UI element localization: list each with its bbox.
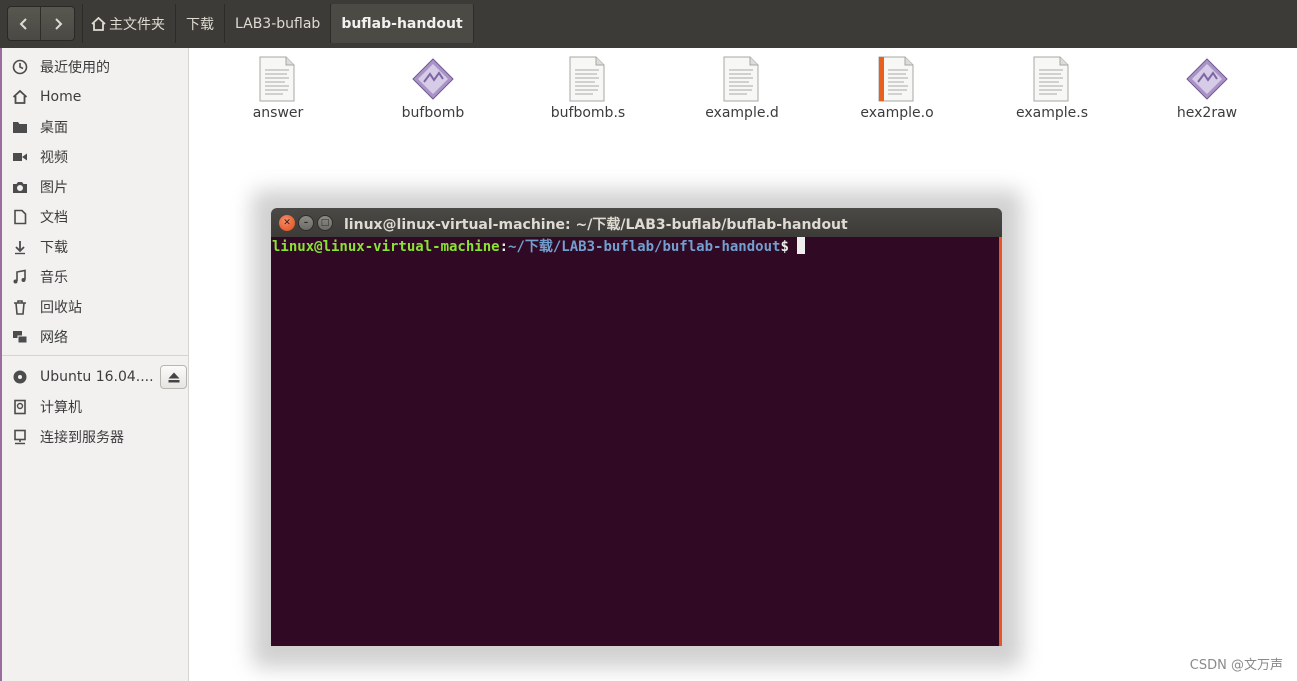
text-file-icon xyxy=(259,56,295,102)
sidebar-item-label: 网络 xyxy=(40,330,68,346)
sidebar-item-label: 连接到服务器 xyxy=(40,430,124,446)
text-cursor xyxy=(796,237,805,254)
text-file-icon xyxy=(1033,56,1069,102)
sidebar-item-connect-server[interactable]: 连接到服务器 xyxy=(2,423,189,451)
file-name: bufbomb.s xyxy=(550,105,626,121)
clock-icon xyxy=(12,59,28,75)
terminal-content[interactable]: linux@linux-virtual-machine:~/下载/LAB3-bu… xyxy=(271,237,1002,646)
breadcrumb-label: 主文件夹 xyxy=(109,16,165,33)
sidebar-item-videos[interactable]: 视频 xyxy=(2,143,189,171)
download-icon xyxy=(15,241,25,255)
sidebar-item-computer[interactable]: 计算机 xyxy=(2,393,189,421)
folder-icon xyxy=(13,122,27,133)
maximize-button[interactable]: □ xyxy=(317,215,333,231)
close-button[interactable]: ✕ xyxy=(279,215,295,231)
executable-icon xyxy=(1186,58,1228,100)
minimize-button[interactable]: – xyxy=(298,215,314,231)
history-nav xyxy=(7,6,75,41)
file-name: hex2raw xyxy=(1176,105,1238,121)
sidebar-item-label: Ubuntu 16.04.... xyxy=(40,369,154,385)
watermark: CSDN @文万声 xyxy=(1189,658,1283,673)
file-item[interactable]: hex2raw xyxy=(1147,54,1267,128)
home-icon xyxy=(12,89,28,104)
sidebar-item-home[interactable]: Home xyxy=(2,83,189,111)
file-manager-header: 主文件夹 下载 LAB3-buflab buflab-handout xyxy=(0,0,1297,48)
sidebar-item-label: 图片 xyxy=(40,180,68,196)
breadcrumb-label: buflab-handout xyxy=(341,15,463,32)
sidebar-item-downloads[interactable]: 下载 xyxy=(2,233,189,261)
eject-button[interactable] xyxy=(160,365,187,389)
object-file-icon xyxy=(878,56,914,102)
trash-icon xyxy=(14,300,26,315)
terminal-title: linux@linux-virtual-machine: ~/下载/LAB3-b… xyxy=(344,217,848,233)
forward-button[interactable] xyxy=(41,7,74,40)
prompt-user: linux@linux-virtual-machine xyxy=(272,239,500,255)
video-icon xyxy=(13,153,27,161)
document-icon xyxy=(14,209,27,225)
sidebar-item-music[interactable]: 音乐 xyxy=(2,263,189,291)
file-name: example.d xyxy=(705,105,779,121)
close-icon: ✕ xyxy=(283,218,291,228)
network-icon xyxy=(13,331,28,344)
file-name: example.o xyxy=(860,105,934,121)
file-item[interactable]: example.o xyxy=(837,54,957,128)
breadcrumb: 主文件夹 下载 LAB3-buflab buflab-handout xyxy=(82,4,474,43)
terminal-titlebar[interactable]: ✕ – □ linux@linux-virtual-machine: ~/下载/… xyxy=(271,208,1002,237)
prompt-dollar: $ xyxy=(780,239,789,255)
back-button[interactable] xyxy=(8,7,41,40)
sidebar-item-label: 计算机 xyxy=(40,400,82,416)
executable-icon xyxy=(412,58,454,100)
drive-icon xyxy=(14,399,26,415)
breadcrumb-label: LAB3-buflab xyxy=(235,15,321,32)
breadcrumb-label: 下载 xyxy=(186,16,214,33)
text-file-icon xyxy=(569,56,605,102)
breadcrumb-lab3[interactable]: LAB3-buflab xyxy=(225,4,332,43)
sidebar-item-label: 回收站 xyxy=(40,300,82,316)
prompt-path: ~/下载/LAB3-buflab/buflab-handout xyxy=(508,239,781,255)
prompt-colon: : xyxy=(499,239,509,255)
file-item[interactable]: bufbomb xyxy=(373,54,493,128)
maximize-icon: □ xyxy=(320,218,330,228)
shell-prompt: linux@linux-virtual-machine:~/下载/LAB3-bu… xyxy=(272,237,805,256)
sidebar-item-label: 文档 xyxy=(40,210,68,226)
server-icon xyxy=(14,429,26,445)
sidebar-item-trash[interactable]: 回收站 xyxy=(2,293,189,321)
music-icon xyxy=(13,269,26,284)
chevron-left-icon xyxy=(19,17,27,30)
sidebar-item-label: 桌面 xyxy=(40,120,68,136)
sidebar-item-network[interactable]: 网络 xyxy=(2,323,189,351)
file-item[interactable]: bufbomb.s xyxy=(528,54,648,128)
sidebar-item-label: Home xyxy=(40,89,82,105)
home-icon xyxy=(91,16,106,31)
file-name: bufbomb xyxy=(401,105,465,121)
sidebar-item-recent[interactable]: 最近使用的 xyxy=(2,53,189,81)
sidebar-item-ubuntu-disc[interactable]: Ubuntu 16.04.... xyxy=(2,363,157,391)
sidebar-divider xyxy=(2,355,189,356)
chevron-right-icon xyxy=(54,17,62,30)
camera-icon xyxy=(13,182,27,193)
disc-icon xyxy=(13,370,27,384)
file-item[interactable]: example.d xyxy=(682,54,802,128)
sidebar: 最近使用的 Home 桌面 视频 图片 文档 下载 音乐 回收站 网络 Ubun… xyxy=(0,48,189,681)
eject-icon xyxy=(168,372,179,382)
breadcrumb-downloads[interactable]: 下载 xyxy=(176,4,225,43)
file-item[interactable]: answer xyxy=(218,54,338,128)
minimize-icon: – xyxy=(303,218,309,228)
file-name: example.s xyxy=(1015,105,1088,121)
sidebar-item-desktop[interactable]: 桌面 xyxy=(2,113,189,141)
breadcrumb-home[interactable]: 主文件夹 xyxy=(82,4,176,43)
sidebar-item-label: 音乐 xyxy=(40,270,68,286)
sidebar-item-pictures[interactable]: 图片 xyxy=(2,173,189,201)
file-name: answer xyxy=(252,105,304,121)
sidebar-item-documents[interactable]: 文档 xyxy=(2,203,189,231)
sidebar-item-label: 最近使用的 xyxy=(40,60,110,76)
terminal-window[interactable]: ✕ – □ linux@linux-virtual-machine: ~/下载/… xyxy=(271,208,1002,646)
sidebar-item-label: 下载 xyxy=(40,240,68,256)
sidebar-item-label: 视频 xyxy=(40,150,68,166)
file-item[interactable]: example.s xyxy=(992,54,1112,128)
text-file-icon xyxy=(723,56,759,102)
breadcrumb-current[interactable]: buflab-handout xyxy=(331,4,474,43)
